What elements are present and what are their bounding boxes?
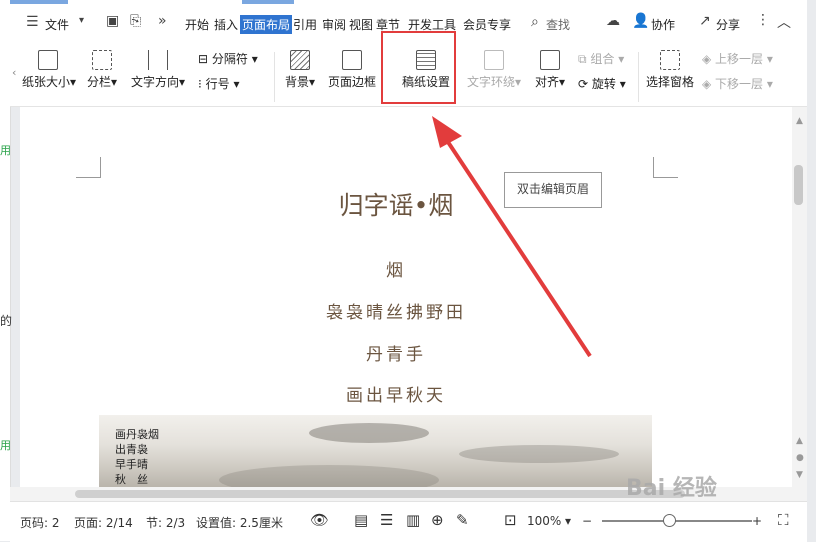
- move-down-button[interactable]: ◈ 下移一层 ▾: [702, 75, 773, 92]
- tab-view[interactable]: 视图: [349, 16, 373, 33]
- baidu-watermark: Bai 经验: [626, 476, 717, 501]
- collab-button[interactable]: 协作: [651, 16, 675, 33]
- horizontal-scroll-thumb[interactable]: [75, 490, 685, 498]
- save-icon[interactable]: ▣: [106, 13, 119, 29]
- page-count[interactable]: 页面: 2/14: [74, 514, 133, 531]
- tab-references[interactable]: 引用: [293, 16, 317, 33]
- zoom-slider[interactable]: [602, 520, 752, 522]
- tab-strip-indicator: [10, 0, 68, 4]
- strip-fragment: 用: [0, 144, 11, 157]
- share-icon: ↗: [699, 13, 711, 29]
- more-options-icon[interactable]: ⋮: [756, 12, 770, 28]
- tab-review[interactable]: 审阅: [322, 16, 346, 33]
- poem-title: 归字谣•烟: [338, 191, 454, 220]
- select-browse-icon[interactable]: ●: [796, 453, 804, 463]
- web-view-icon[interactable]: ⊕: [431, 511, 444, 529]
- paper-size-icon: [38, 50, 58, 70]
- ink-brush-mark: [309, 423, 429, 443]
- cloud-icon[interactable]: ☁: [606, 13, 620, 29]
- ink-painting-image[interactable]: 画丹袅烟 出青袅 早手晴 秋 丝: [99, 415, 652, 489]
- tab-strip-indicator: [242, 0, 294, 4]
- move-up-button[interactable]: ◈ 上移一层 ▾: [702, 50, 773, 67]
- tab-member[interactable]: 会员专享: [463, 16, 511, 33]
- selection-pane-icon: [660, 50, 680, 70]
- more-chevron-icon[interactable]: »: [158, 13, 167, 29]
- poem-line: 画出早秋天: [346, 386, 446, 406]
- align-button[interactable]: 对齐▾: [532, 50, 568, 90]
- text-wrap-button[interactable]: 文字环绕▾: [464, 50, 524, 90]
- zoom-level[interactable]: 100%: [527, 514, 561, 528]
- search-button[interactable]: 查找: [546, 16, 570, 33]
- poem-line: 丹青手: [366, 345, 426, 365]
- file-menu[interactable]: 文件: [45, 16, 69, 33]
- tab-page-layout[interactable]: 页面布局: [240, 15, 293, 34]
- hamburger-icon[interactable]: ☰: [26, 14, 39, 30]
- align-icon: [540, 50, 560, 70]
- next-page-icon[interactable]: ▼: [796, 470, 803, 480]
- page-view-icon[interactable]: ▤: [354, 511, 368, 529]
- tab-home[interactable]: 开始: [185, 16, 209, 33]
- margin-corner-mark: [76, 157, 101, 178]
- rotate-button[interactable]: ⟳ 旋转 ▾: [578, 75, 626, 92]
- background-button[interactable]: 背景▾: [282, 50, 318, 90]
- ribbon-scroll-left-icon[interactable]: ‹: [12, 66, 16, 79]
- zoom-dropdown-icon[interactable]: ▾: [565, 514, 571, 528]
- fit-page-icon[interactable]: ⊡: [504, 511, 517, 529]
- ink-brush-mark: [219, 465, 439, 489]
- chevron-down-icon[interactable]: ▾: [79, 15, 84, 26]
- search-icon[interactable]: ⌕: [531, 14, 539, 30]
- pen-icon[interactable]: ✎: [456, 511, 469, 529]
- vertical-scrollbar[interactable]: [792, 107, 807, 487]
- vertical-scroll-thumb[interactable]: [794, 165, 803, 205]
- calligraphy-text: 画丹袅烟 出青袅 早手晴 秋 丝: [115, 428, 159, 486]
- group-button[interactable]: ⧉ 组合 ▾: [578, 50, 624, 67]
- zoom-out-icon[interactable]: −: [582, 514, 592, 528]
- zoom-slider-thumb[interactable]: [663, 514, 676, 527]
- setting-value[interactable]: 设置值: 2.5厘米: [196, 514, 283, 531]
- share-button[interactable]: 分享: [716, 16, 740, 33]
- collapse-ribbon-icon[interactable]: ︿: [777, 12, 791, 32]
- strip-fragment: 的: [0, 314, 13, 328]
- strip-fragment: 用: [0, 439, 11, 452]
- outline-view-icon[interactable]: ☰: [380, 511, 393, 529]
- columns-button[interactable]: 分栏▾: [82, 50, 122, 90]
- text-wrap-icon: [484, 50, 504, 70]
- zoom-in-icon[interactable]: +: [752, 514, 762, 528]
- section-indicator[interactable]: 节: 2/3: [146, 514, 185, 531]
- eye-protection-icon[interactable]: 👁: [310, 511, 329, 529]
- page-border-button[interactable]: 页面边框: [326, 50, 378, 90]
- selection-pane-button[interactable]: 选择窗格: [644, 50, 696, 90]
- export-icon[interactable]: ⎘: [130, 13, 141, 29]
- text-direction-button[interactable]: 文字方向▾: [128, 50, 188, 90]
- line-number-button[interactable]: ⁝ 行号 ▾: [198, 75, 240, 92]
- status-bar: 页码: 2 页面: 2/14 节: 2/3 设置值: 2.5厘米 👁 ▤ ☰ ▥…: [10, 501, 807, 542]
- page-border-icon: [342, 50, 362, 70]
- page-number[interactable]: 页码: 2: [20, 514, 60, 531]
- text-direction-icon: [148, 50, 168, 70]
- tab-insert[interactable]: 插入: [214, 16, 238, 33]
- prev-page-icon[interactable]: ▲: [796, 436, 803, 446]
- fullscreen-icon[interactable]: ⛶: [778, 511, 789, 529]
- collab-icon: 👤: [632, 13, 650, 29]
- columns-icon: [92, 50, 112, 70]
- paper-size-button[interactable]: 纸张大小▾: [22, 50, 76, 90]
- poem-line: 袅袅晴丝拂野田: [326, 303, 466, 323]
- poem-line: 烟: [386, 261, 406, 281]
- ink-brush-mark: [459, 445, 619, 463]
- margin-corner-mark: [653, 157, 678, 178]
- annotation-highlight-box: [381, 31, 456, 104]
- read-view-icon[interactable]: ▥: [406, 511, 420, 529]
- separator-button[interactable]: ⊟ 分隔符 ▾: [198, 50, 258, 67]
- background-icon: [290, 50, 310, 70]
- scroll-up-icon[interactable]: ▲: [796, 116, 803, 126]
